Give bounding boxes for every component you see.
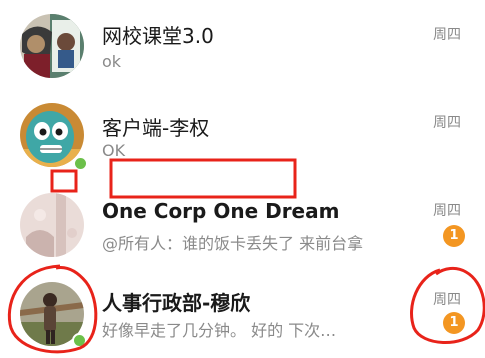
conversation-name: One Corp One Dream [102, 199, 340, 223]
online-status-dot [73, 156, 88, 171]
conversation-item[interactable]: 客户端-李权 OK 周四 [0, 93, 485, 183]
unread-count-badge: 1 [443, 225, 465, 247]
last-message-preview: ok [102, 52, 122, 71]
unread-count-badge: 1 [443, 312, 465, 334]
timestamp: 周四 [433, 292, 461, 308]
timestamp: 周四 [433, 115, 461, 131]
timestamp: 周四 [433, 203, 461, 219]
avatar[interactable] [20, 193, 84, 257]
online-status-dot [72, 333, 87, 348]
last-message-preview: OK [102, 141, 126, 160]
avatar[interactable] [20, 14, 84, 78]
conversation-name: 网校课堂3.0 [102, 24, 214, 48]
last-message-preview: 好像早走了几分钟。 好的 下次… [102, 321, 337, 340]
conversation-item[interactable]: 网校课堂3.0 ok 周四 [0, 0, 485, 90]
conversation-name: 人事行政部-穆欣 [102, 291, 251, 315]
timestamp: 周四 [433, 27, 461, 43]
conversation-name: 客户端-李权 [102, 116, 210, 140]
last-message-preview: @所有人：谁的饭卡丢失了 来前台拿 [102, 234, 364, 253]
conversation-item[interactable]: 人事行政部-穆欣 好像早走了几分钟。 好的 下次… 周四 1 [0, 268, 485, 358]
conversation-item[interactable]: One Corp One Dream @所有人：谁的饭卡丢失了 来前台拿 周四 … [0, 183, 485, 273]
